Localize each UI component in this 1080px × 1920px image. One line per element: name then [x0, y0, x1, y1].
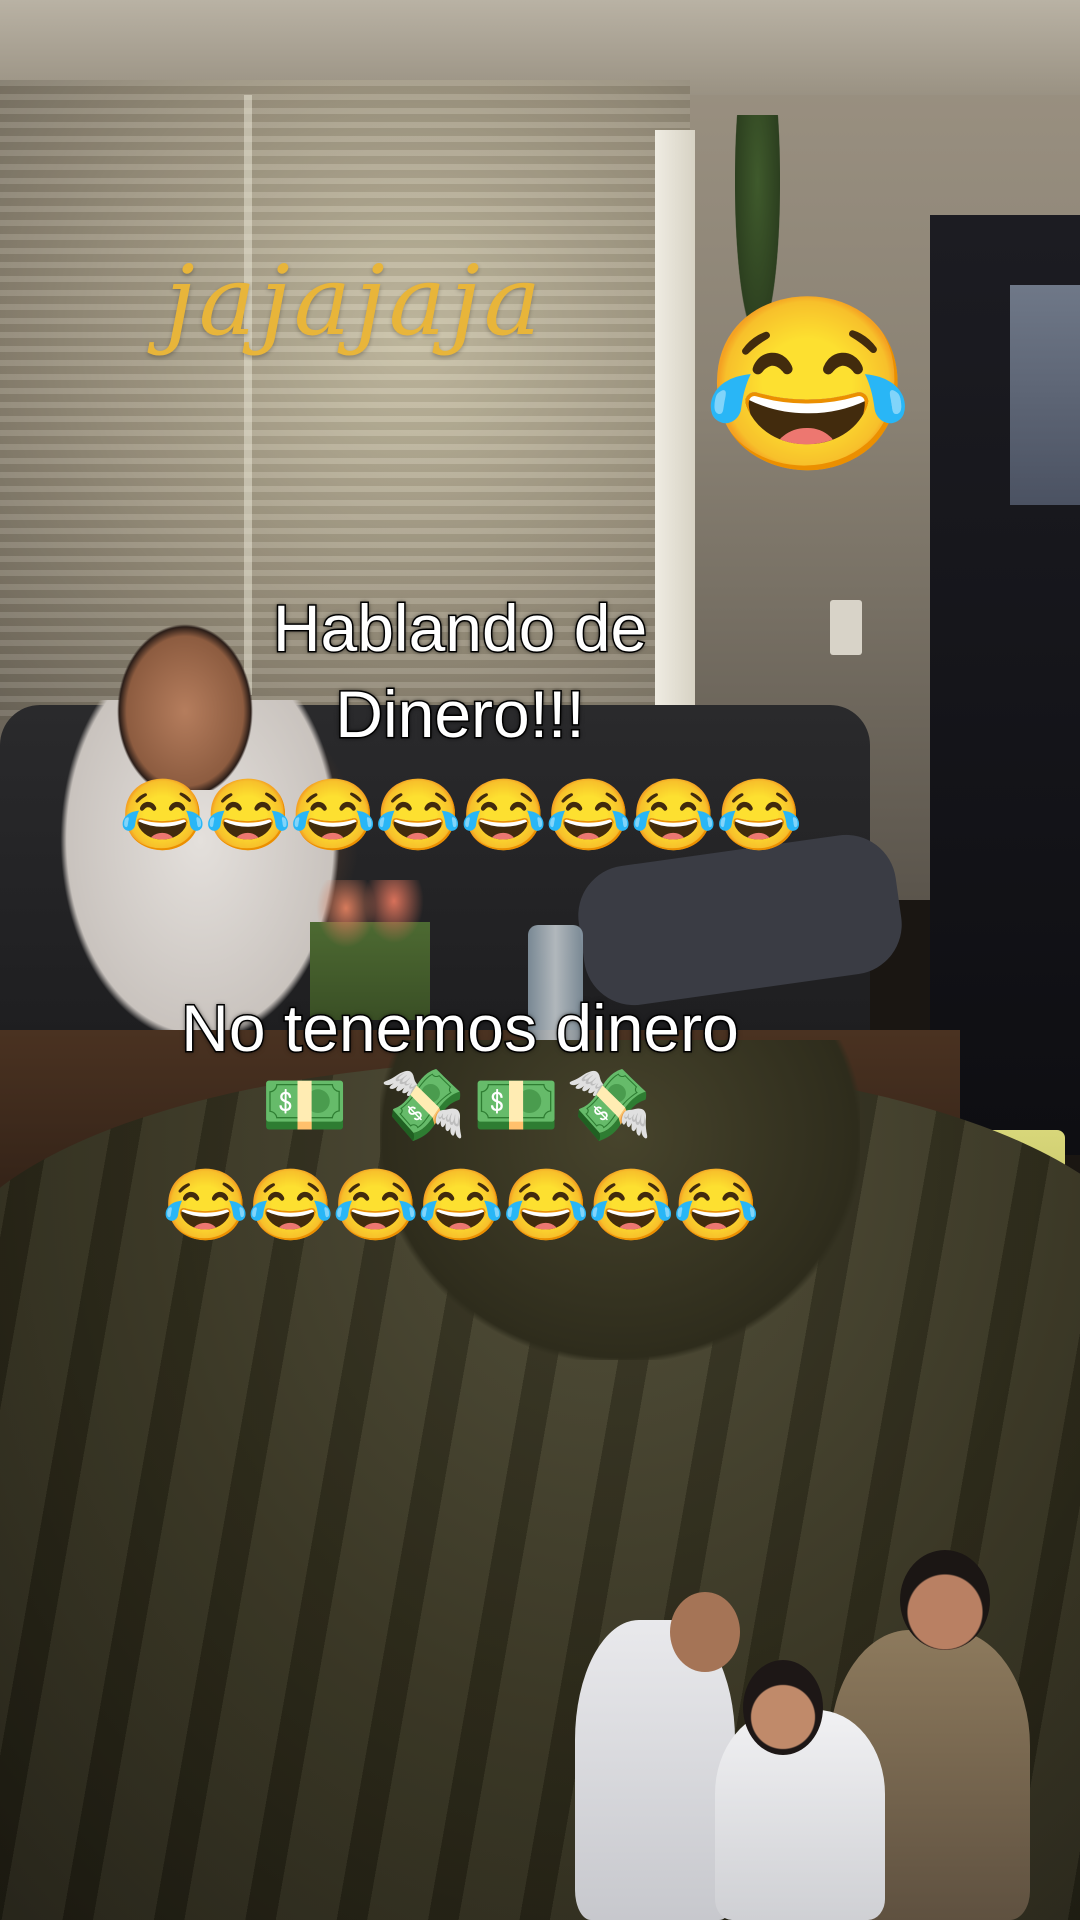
- caption-no-tenemos: No tenemos dinero: [180, 990, 741, 1067]
- emoji-row-laughing-1: 😂😂😂😂😂😂😂😂: [119, 776, 802, 854]
- caption-hablando: Hablando de Dinero!!!: [271, 590, 648, 753]
- sticker-head-left: [670, 1592, 740, 1672]
- laughing-group-sticker: [575, 1550, 1035, 1920]
- title-jajaja: jajajaja: [165, 245, 545, 357]
- laughing-emoji-icon: 😂: [702, 290, 914, 480]
- sticker-head-right: [900, 1550, 990, 1650]
- door-window: [1010, 285, 1080, 505]
- sticker-head-middle: [743, 1660, 823, 1755]
- emoji-row-money: 💵 💸💵💸: [260, 1066, 660, 1144]
- emoji-row-laughing-2: 😂😂😂😂😂😂😂: [161, 1166, 760, 1244]
